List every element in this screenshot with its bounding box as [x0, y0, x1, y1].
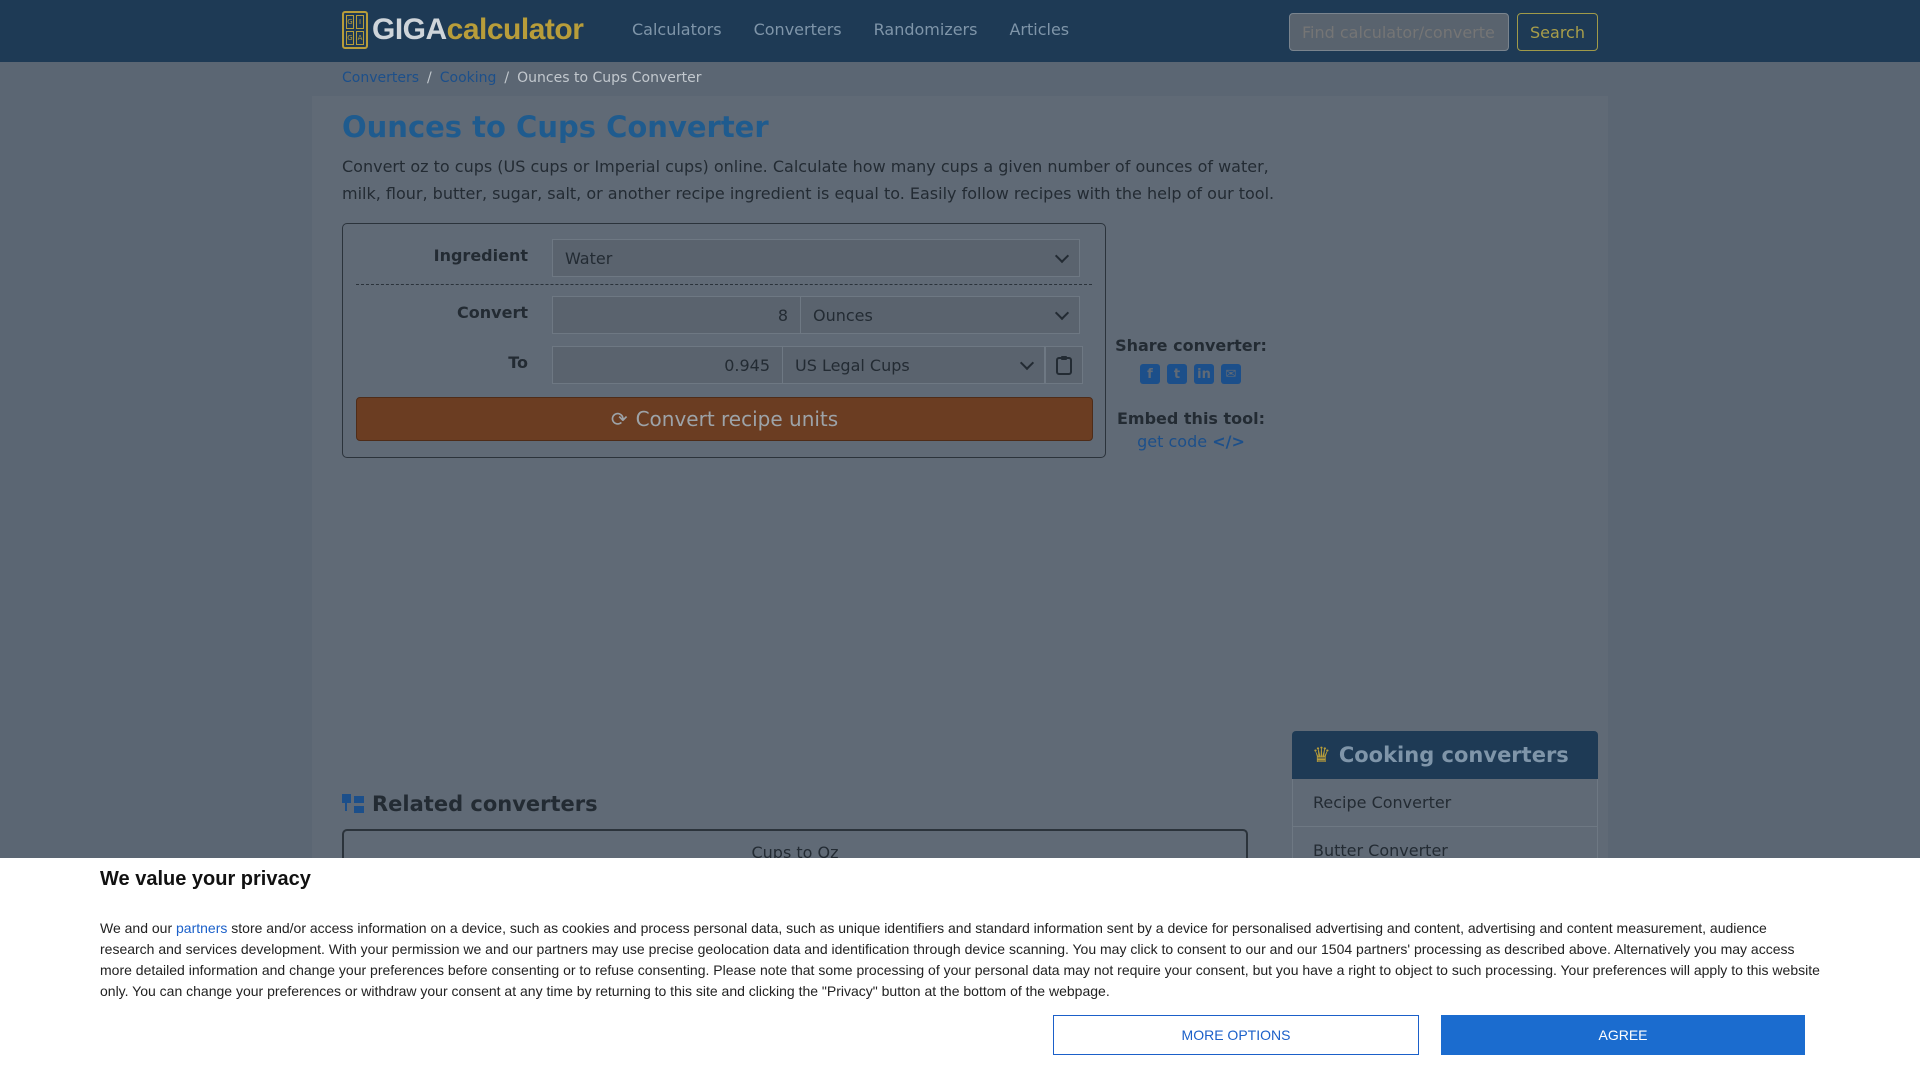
breadcrumb: Converters / Cooking / Ounces to Cups Conver… [342, 70, 702, 86]
convert-amount-input[interactable]: 8 [552, 296, 801, 334]
embed-link-label: get code [1137, 432, 1208, 451]
convert-unit-value: Ounces [813, 305, 873, 325]
breadcrumb-cooking[interactable]: Cooking [440, 70, 497, 86]
convert-button-label: Convert recipe units [635, 407, 839, 431]
divider [356, 284, 1092, 285]
ingredient-label: Ingredient [433, 246, 528, 265]
share-title: Share converter: [1115, 336, 1267, 355]
related-title-text: Related converters [372, 792, 598, 816]
consent-text-pre: We and our [100, 920, 177, 936]
search-input[interactable] [1289, 13, 1509, 51]
breadcrumb-converters[interactable]: Converters [342, 70, 419, 86]
twitter-icon[interactable]: t [1167, 364, 1187, 384]
sitemap-icon [342, 794, 364, 813]
page-title: Ounces to Cups Converter [342, 110, 769, 144]
convert-button[interactable]: ⟳ Convert recipe units [356, 397, 1093, 441]
embed-title: Embed this tool: [1116, 409, 1266, 428]
convert-label: Convert [457, 303, 528, 322]
result-unit-select[interactable]: US Legal Cups [782, 346, 1045, 384]
sidebar-header: ♛ Cooking converters [1292, 731, 1598, 779]
clipboard-icon [1056, 356, 1072, 375]
breadcrumb-current: Ounces to Cups Converter [517, 70, 702, 86]
nav-articles[interactable]: Articles [1009, 20, 1069, 39]
chef-hat-icon: ♛ [1312, 743, 1331, 767]
related-title: Related converters [342, 792, 598, 816]
consent-title: We value your privacy [100, 868, 311, 890]
email-icon[interactable]: ✉ [1221, 364, 1241, 384]
chevron-down-icon [1019, 355, 1035, 371]
chevron-down-icon [1054, 248, 1070, 264]
nav-converters[interactable]: Converters [754, 20, 842, 39]
site-logo[interactable]: GIGA GIGA calculator [342, 9, 584, 51]
logo-text-calculator: calculator [446, 13, 584, 46]
agree-button[interactable]: AGREE [1441, 1015, 1805, 1055]
ingredient-value: Water [565, 248, 613, 268]
convert-amount-value: 8 [777, 305, 788, 325]
share-icons: f t in ✉ [1140, 364, 1241, 384]
search-button[interactable]: Search [1517, 13, 1598, 51]
facebook-icon[interactable]: f [1140, 364, 1160, 384]
code-icon: </> [1212, 432, 1245, 451]
consent-text: We and our partners store and/or access … [100, 918, 1825, 1002]
nav-calculators[interactable]: Calculators [632, 20, 722, 39]
chevron-down-icon [1054, 305, 1070, 321]
page-description: Convert oz to cups (US cups or Imperial … [342, 157, 1275, 203]
result-unit-value: US Legal Cups [795, 355, 910, 375]
linkedin-icon[interactable]: in [1194, 364, 1214, 384]
refresh-icon: ⟳ [610, 407, 628, 431]
top-navbar: GIGA GIGA calculator Calculators Convert… [0, 0, 1920, 62]
to-label: To [508, 353, 528, 372]
logo-icon: GIGA [342, 11, 368, 49]
result-output[interactable]: 0.945 [552, 346, 783, 384]
nav-randomizers[interactable]: Randomizers [874, 20, 978, 39]
sidebar-item-recipe-converter[interactable]: Recipe Converter [1292, 779, 1598, 827]
result-value: 0.945 [724, 355, 770, 375]
consent-banner: We value your privacy We and our partner… [0, 858, 1920, 1080]
logo-text-giga: GIGA [372, 13, 447, 46]
sidebar-title: Cooking converters [1338, 743, 1569, 767]
embed-code-link[interactable]: get code </> [1115, 432, 1267, 451]
consent-text-post: store and/or access information on a dev… [100, 920, 1820, 999]
convert-unit-select[interactable]: Ounces [800, 296, 1080, 334]
breadcrumb-band [0, 62, 1920, 96]
copy-clipboard-button[interactable] [1045, 346, 1083, 384]
main-nav: Calculators Converters Randomizers Artic… [632, 20, 1101, 39]
ingredient-select[interactable]: Water [552, 239, 1080, 277]
partners-link[interactable]: partners [176, 920, 227, 936]
more-options-button[interactable]: MORE OPTIONS [1053, 1015, 1419, 1055]
